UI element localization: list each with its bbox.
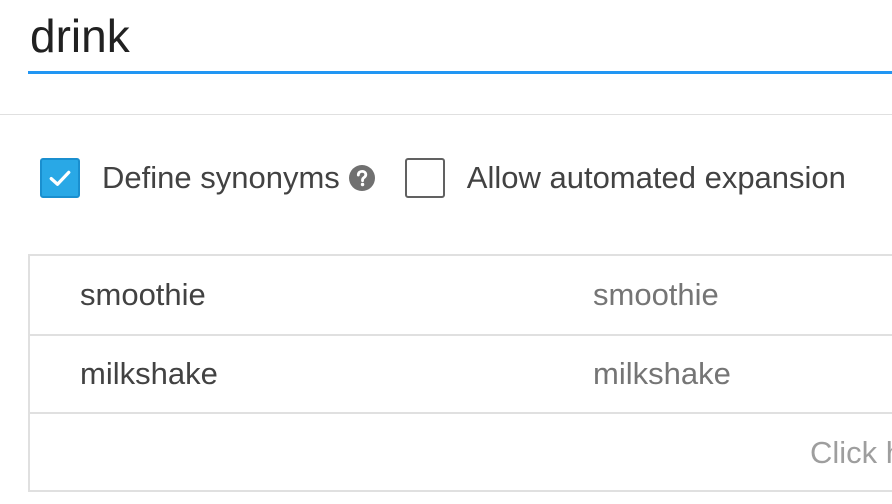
reference-value-cell[interactable]: milkshake bbox=[80, 336, 218, 412]
entity-name-input[interactable] bbox=[28, 0, 892, 74]
synonyms-table: smoothie smoothie milkshake milkshake Cl… bbox=[28, 254, 892, 492]
synonyms-cell[interactable]: smoothie bbox=[593, 256, 719, 334]
entity-options: Define synonyms Allow automated expansio… bbox=[40, 158, 846, 198]
reference-value-cell[interactable]: smoothie bbox=[80, 256, 206, 334]
entity-editor: Define synonyms Allow automated expansio… bbox=[0, 0, 892, 504]
table-row[interactable]: smoothie smoothie bbox=[30, 256, 892, 336]
add-row-hint[interactable]: Click h bbox=[810, 414, 892, 492]
automated-expansion-label: Allow automated expansion bbox=[466, 160, 846, 195]
checkmark-icon bbox=[49, 170, 71, 186]
synonyms-cell[interactable]: milkshake bbox=[593, 336, 731, 412]
table-row[interactable]: milkshake milkshake bbox=[30, 336, 892, 414]
define-synonyms-checkbox[interactable] bbox=[40, 158, 80, 198]
question-circle-icon[interactable] bbox=[348, 165, 375, 191]
automated-expansion-checkbox[interactable] bbox=[404, 158, 445, 198]
add-row[interactable]: Click h bbox=[30, 414, 892, 492]
section-divider bbox=[0, 114, 892, 115]
define-synonyms-label: Define synonyms bbox=[102, 160, 340, 195]
